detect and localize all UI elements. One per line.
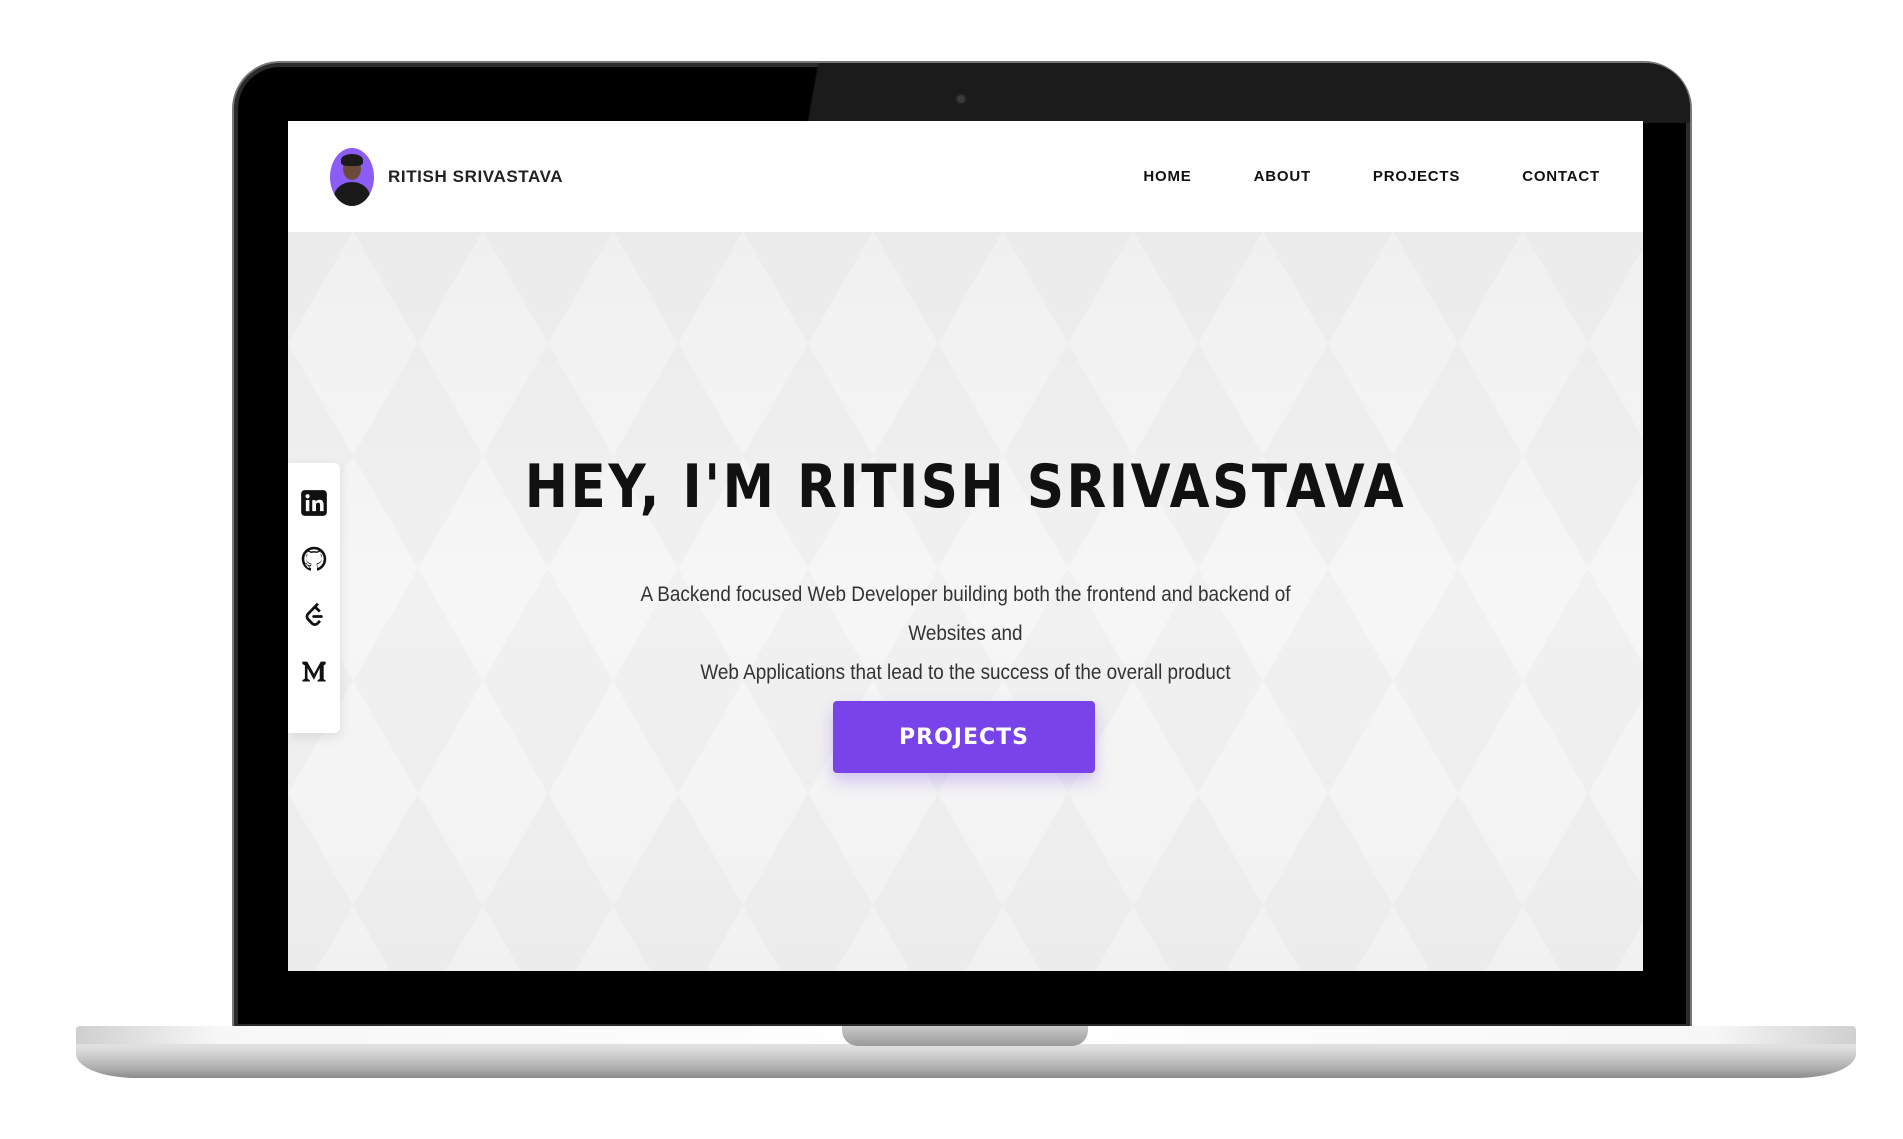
medium-icon[interactable] (299, 655, 329, 687)
avatar (330, 147, 374, 206)
hero-title: HEY, I'M RITISH SRIVASTAVA (524, 452, 1407, 522)
brand[interactable]: RITISH SRIVASTAVA (330, 147, 564, 206)
webcam (955, 93, 967, 105)
hero-section: HEY, I'M RITISH SRIVASTAVA A Backend foc… (288, 232, 1643, 971)
laptop-hinge (842, 1026, 1088, 1046)
main-nav: HOME ABOUT PROJECTS CONTACT (1143, 168, 1600, 185)
social-sidebar (288, 463, 340, 733)
hero-subtitle: A Backend focused Web Developer building… (626, 575, 1306, 692)
projects-button[interactable]: PROJECTS (833, 701, 1095, 773)
laptop-mockup: RITISH SRIVASTAVA HOME ABOUT PROJECTS CO… (0, 0, 1903, 1139)
leetcode-icon[interactable] (299, 599, 329, 631)
linkedin-icon[interactable] (299, 487, 329, 519)
laptop-screen: RITISH SRIVASTAVA HOME ABOUT PROJECTS CO… (288, 121, 1643, 971)
brand-name: RITISH SRIVASTAVA (388, 166, 564, 186)
nav-contact[interactable]: CONTACT (1522, 168, 1600, 185)
nav-about[interactable]: ABOUT (1254, 168, 1311, 185)
hero-subtitle-line1: A Backend focused Web Developer building… (640, 583, 1291, 645)
navbar: RITISH SRIVASTAVA HOME ABOUT PROJECTS CO… (288, 121, 1643, 232)
hero-subtitle-line2: Web Applications that lead to the succes… (700, 661, 1231, 684)
nav-projects[interactable]: PROJECTS (1373, 168, 1460, 185)
github-icon[interactable] (299, 543, 329, 575)
nav-home[interactable]: HOME (1143, 168, 1191, 185)
